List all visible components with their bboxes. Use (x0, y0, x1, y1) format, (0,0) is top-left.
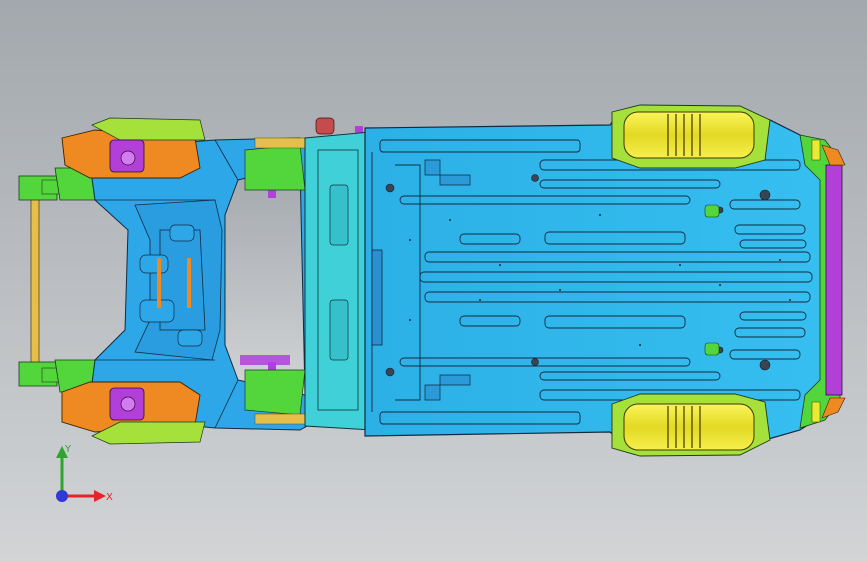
floor-pan (364, 111, 839, 441)
y-axis-label: Y (64, 444, 72, 455)
car-underbody-model[interactable] (0, 0, 867, 562)
coordinate-axes-icon: Y X (56, 444, 113, 503)
x-axis-label: X (106, 492, 113, 503)
x-axis-arrow (62, 490, 106, 502)
cad-graphics-viewport[interactable]: Y X (0, 0, 867, 562)
z-axis-dot (56, 490, 68, 502)
firewall-crossmember (304, 117, 373, 431)
